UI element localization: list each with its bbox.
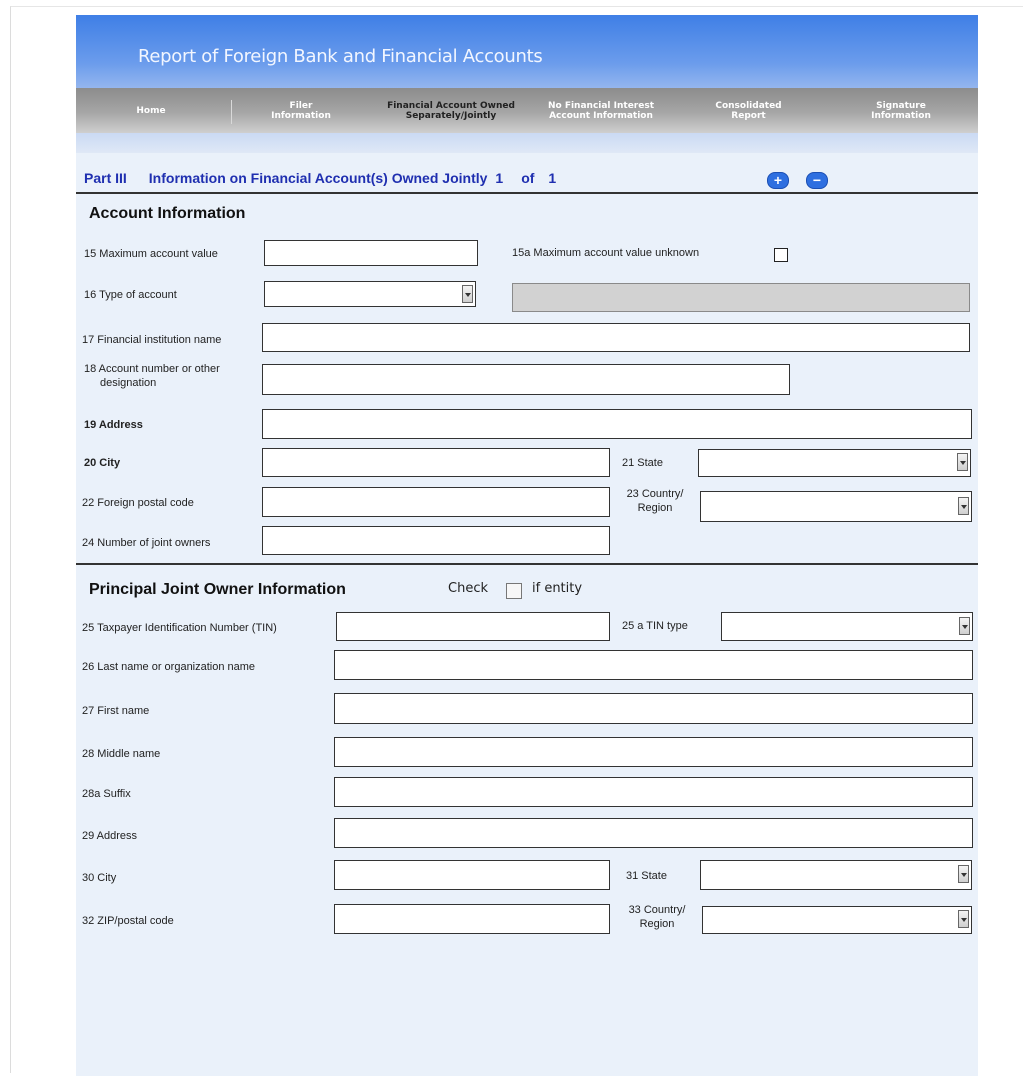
foreign-postal-code-input[interactable] [262, 487, 610, 517]
max-value-unknown-checkbox[interactable] [774, 248, 788, 262]
field-32-label: 32 ZIP/postal code [82, 915, 174, 927]
chevron-down-icon [958, 910, 969, 928]
suffix-input[interactable] [334, 777, 973, 807]
part-label: Part III [84, 170, 127, 186]
chevron-down-icon [958, 865, 969, 883]
field-21-label: 21 State [622, 457, 663, 469]
owner-state-select[interactable] [700, 860, 972, 890]
add-account-button[interactable]: + [767, 172, 789, 189]
field-28a-label: 28a Suffix [82, 788, 131, 800]
tab-bar: Home Filer Information Financial Account … [76, 88, 978, 133]
part-current: 1 [495, 170, 504, 186]
field-26-label: 26 Last name or organization name [82, 661, 256, 673]
account-country-select[interactable] [700, 491, 972, 522]
max-account-value-input[interactable] [264, 240, 478, 266]
first-name-input[interactable] [334, 693, 973, 724]
remove-account-button[interactable]: − [806, 172, 828, 189]
field-27-label: 27 First name [82, 705, 150, 717]
tin-type-select[interactable] [721, 612, 973, 641]
tin-input[interactable] [336, 612, 610, 641]
account-address-input[interactable] [262, 409, 972, 439]
field-25a-label: 25 a TIN type [622, 620, 688, 632]
part-heading: Part III Information on Financial Account… [84, 170, 578, 186]
tab-filer-information[interactable]: Filer Information [236, 88, 366, 133]
field-30-label: 30 City [82, 872, 117, 884]
field-23-label: 23 Country/Region [626, 488, 684, 514]
zip-postal-code-input[interactable] [334, 904, 610, 934]
owner-city-input[interactable] [334, 860, 610, 890]
divider [76, 192, 978, 194]
if-entity-label: if entity [532, 581, 583, 596]
divider [76, 563, 978, 565]
account-city-input[interactable] [262, 448, 610, 477]
account-type-other-input [512, 283, 970, 312]
form-title: Report of Foreign Bank and Financial Acc… [138, 46, 543, 67]
tab-consolidated-report[interactable]: Consolidated Report [681, 88, 816, 133]
account-information-heading: Account Information [89, 205, 246, 222]
owner-country-select[interactable] [702, 906, 972, 934]
chevron-down-icon [959, 617, 970, 635]
form-banner: Report of Foreign Bank and Financial Acc… [76, 15, 978, 153]
middle-name-input[interactable] [334, 737, 973, 767]
field-20-label: 20 City [84, 457, 121, 469]
tab-financial-account-owned[interactable]: Financial Account Owned Separately/Jointl… [376, 88, 526, 133]
joint-owners-count-input[interactable] [262, 526, 610, 555]
field-19-label: 19 Address [84, 419, 143, 431]
part-total: 1 [548, 170, 557, 186]
owner-address-input[interactable] [334, 818, 973, 848]
field-15a-label: 15a Maximum account value unknown [512, 247, 700, 259]
principal-joint-owner-heading: Principal Joint Owner Information [89, 581, 346, 598]
chevron-down-icon [957, 453, 968, 471]
fbar-form-page: Report of Foreign Bank and Financial Acc… [76, 15, 978, 1076]
part-title: Information on Financial Account(s) Owne… [148, 170, 488, 186]
financial-institution-name-input[interactable] [262, 323, 970, 352]
field-18-label: 18 Account number or other designation [84, 363, 220, 389]
entity-checkbox[interactable] [506, 583, 522, 599]
field-15-label: 15 Maximum account value [84, 248, 218, 260]
field-28-label: 28 Middle name [82, 748, 161, 760]
account-type-select[interactable] [264, 281, 476, 307]
field-17-label: 17 Financial institution name [82, 334, 222, 346]
account-number-input[interactable] [262, 364, 790, 395]
account-state-select[interactable] [698, 449, 971, 477]
field-22-label: 22 Foreign postal code [82, 497, 194, 509]
chevron-down-icon [958, 497, 969, 515]
field-16-label: 16 Type of account [84, 289, 177, 301]
field-31-label: 31 State [626, 870, 667, 882]
field-33-label: 33 Country/Region [628, 904, 686, 930]
part-of-label: of [521, 170, 535, 186]
tab-no-financial-interest[interactable]: No Financial Interest Account Information [531, 88, 671, 133]
check-label: Check [448, 581, 488, 596]
chevron-down-icon [462, 285, 473, 303]
tab-home[interactable]: Home [86, 88, 216, 133]
tab-signature-information[interactable]: Signature Information [831, 88, 971, 133]
field-24-label: 24 Number of joint owners [82, 537, 211, 549]
field-25-label: 25 Taxpayer Identification Number (TIN) [82, 622, 277, 634]
field-29-label: 29 Address [82, 830, 138, 842]
last-name-input[interactable] [334, 650, 973, 680]
